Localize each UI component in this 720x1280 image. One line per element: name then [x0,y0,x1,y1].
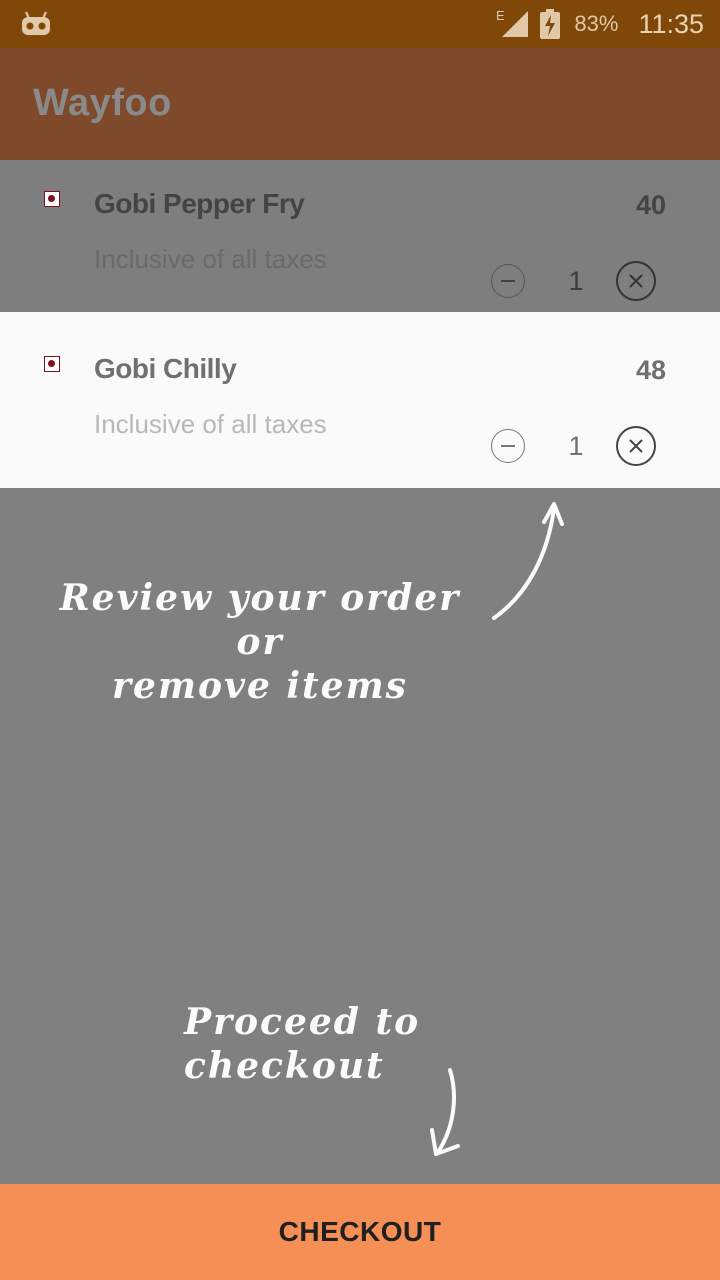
veg-mark-icon [44,191,60,207]
decrease-quantity-button[interactable] [491,429,525,463]
app-title: Wayfoo [33,82,172,124]
status-bar: E 83% 11:35 [0,0,720,48]
decrease-quantity-button[interactable] [491,264,525,298]
hint-arrow-down-icon [430,1068,460,1156]
cart-item: Gobi Chilly 48 Inclusive of all taxes 1 [0,312,720,488]
item-price: 40 [635,190,666,220]
quantity-value: 1 [568,431,584,461]
item-tax-note: Inclusive of all taxes [94,409,327,439]
item-tax-note: Inclusive of all taxes [94,244,327,274]
checkout-hint: Proceed to checkout [184,1001,421,1087]
battery-charging-icon [540,9,561,39]
remove-item-button[interactable] [616,261,656,301]
checkout-button-label: CHECKOUT [278,1216,442,1247]
remove-item-button[interactable] [616,426,656,466]
checkout-button[interactable]: CHECKOUT [0,1184,720,1280]
close-icon [629,439,643,453]
review-hint: Review your order or remove items [40,576,480,708]
battery-percent: 83% [574,11,619,36]
veg-mark-icon [44,356,60,372]
cart-item: Gobi Pepper Fry 40 Inclusive of all taxe… [0,160,720,311]
clock: 11:35 [638,8,704,39]
item-name: Gobi Pepper Fry [94,188,305,219]
minus-icon [501,445,515,447]
signal-icon [502,11,529,37]
minus-icon [501,280,515,282]
hint-arrow-up-icon [492,502,564,620]
item-name: Gobi Chilly [94,353,237,384]
item-price: 48 [635,355,666,385]
close-icon [629,274,643,288]
review-hint-line-1: Review your order or [59,577,461,663]
quantity-value: 1 [568,266,584,296]
app-bar: Wayfoo [0,48,720,160]
android-icon [22,11,50,35]
review-hint-line-2: remove items [112,665,408,707]
